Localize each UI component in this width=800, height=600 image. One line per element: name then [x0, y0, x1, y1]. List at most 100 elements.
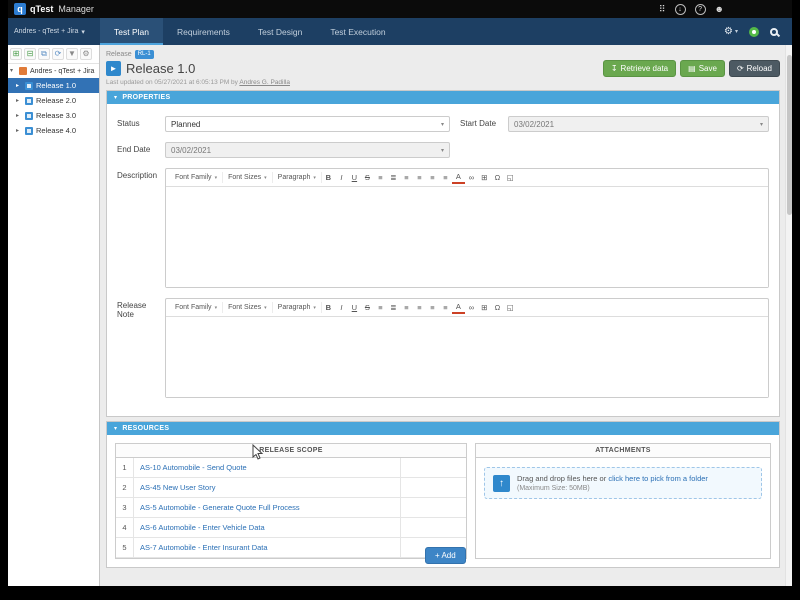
chevron-right-icon[interactable]: ▸ [16, 83, 22, 89]
resources-section-header[interactable]: ▾ RESOURCES [107, 422, 779, 435]
table-icon[interactable]: ⊞ [478, 171, 491, 184]
pick-from-folder-link[interactable]: click here to pick from a folder [608, 474, 708, 483]
requirement-link[interactable]: AS-7 Automobile - Enter Insurant Data [134, 538, 400, 557]
editor-select-label: Font Sizes [228, 174, 261, 181]
tree-settings-icon[interactable]: ⚙ [80, 48, 92, 60]
chevron-right-icon[interactable]: ▸ [16, 128, 22, 134]
align-left-icon[interactable]: ≡ [400, 301, 413, 314]
bold-icon[interactable]: B [322, 301, 335, 314]
settings-menu[interactable]: ⚙ ▾ [724, 27, 738, 37]
tab-test-execution[interactable]: Test Execution [316, 18, 399, 45]
project-selector[interactable]: Andres - qTest + Jira ▾ [8, 18, 100, 45]
underline-icon[interactable]: U [348, 171, 361, 184]
page-title: Release 1.0 [126, 61, 195, 76]
apps-grid-icon[interactable]: ⠿ [659, 5, 666, 14]
requirement-link[interactable]: AS-6 Automobile - Enter Vehicle Data [134, 518, 400, 537]
scrollbar-thumb[interactable] [787, 55, 792, 215]
chevron-down-icon: ▾ [313, 175, 316, 181]
release-note-editor-body[interactable] [166, 317, 768, 397]
fullscreen-icon[interactable]: ◱ [504, 171, 517, 184]
download-icon[interactable]: ↓ [675, 4, 686, 15]
collapse-all-icon[interactable]: ⊟ [24, 48, 36, 60]
add-resource-button[interactable]: + Add [425, 547, 466, 564]
nav-tab-label: Test Plan [114, 27, 149, 37]
user-profile-icon[interactable]: ☻ [715, 5, 724, 14]
copy-icon[interactable]: ⧉ [38, 48, 50, 60]
paragraph-select[interactable]: Paragraph ▾ [273, 172, 322, 183]
bullet-list-icon[interactable]: ≡ [374, 301, 387, 314]
topbar-icons: ⠿ ↓ ? ☻ [659, 4, 724, 15]
tree-item-label: Release 3.0 [36, 111, 76, 120]
tree-item-release[interactable]: ▸ Release 1.0 [8, 78, 99, 93]
special-char-icon[interactable]: Ω [491, 301, 504, 314]
page-title-row: ► Release 1.0 [106, 61, 290, 76]
description-editor-body[interactable] [166, 187, 768, 287]
justify-icon[interactable]: ≡ [439, 301, 452, 314]
numbered-list-icon[interactable]: ≣ [387, 171, 400, 184]
retrieve-data-button[interactable]: ↧ Retrieve data [603, 60, 676, 77]
font-family-select[interactable]: Font Family ▾ [170, 302, 223, 313]
align-center-icon[interactable]: ≡ [413, 301, 426, 314]
link-icon[interactable]: ∞ [465, 171, 478, 184]
underline-icon[interactable]: U [348, 301, 361, 314]
italic-icon[interactable]: I [335, 171, 348, 184]
font-size-select[interactable]: Font Sizes ▾ [223, 302, 273, 313]
attachments-dropzone[interactable]: ↑ Drag and drop files here or click here… [484, 467, 762, 499]
start-date-input[interactable]: 03/02/2021 ▾ [508, 116, 769, 132]
align-left-icon[interactable]: ≡ [400, 171, 413, 184]
tree-item-release[interactable]: ▸ Release 4.0 [8, 123, 99, 138]
refresh-icon[interactable]: ⟳ [52, 48, 64, 60]
requirement-link[interactable]: AS-5 Automobile - Generate Quote Full Pr… [134, 498, 400, 517]
strikethrough-icon[interactable]: S [361, 301, 374, 314]
special-char-icon[interactable]: Ω [491, 171, 504, 184]
strikethrough-icon[interactable]: S [361, 171, 374, 184]
text-color-icon[interactable]: A [452, 302, 465, 314]
release-id-badge: RL-1 [135, 50, 154, 59]
justify-icon[interactable]: ≡ [439, 171, 452, 184]
end-date-value: 03/02/2021 [171, 146, 211, 155]
status-select[interactable]: Planned ▾ [165, 116, 450, 132]
numbered-list-icon[interactable]: ≣ [387, 301, 400, 314]
filter-icon[interactable]: ▼ [66, 48, 78, 60]
requirement-link[interactable]: AS-45 New User Story [134, 478, 400, 497]
bold-icon[interactable]: B [322, 171, 335, 184]
editor-select-label: Font Sizes [228, 304, 261, 311]
properties-section-header[interactable]: ▾ PROPERTIES [107, 91, 779, 104]
last-updated-user-link[interactable]: Andres G. Padilla [239, 79, 290, 86]
tab-requirements[interactable]: Requirements [163, 18, 244, 45]
link-icon[interactable]: ∞ [465, 301, 478, 314]
table-icon[interactable]: ⊞ [478, 301, 491, 314]
align-right-icon[interactable]: ≡ [426, 301, 439, 314]
chevron-down-icon: ▾ [215, 175, 218, 181]
row-number: 5 [116, 538, 134, 557]
description-editor-toolbar: Font Family ▾ Font Sizes ▾ Paragraph ▾ [166, 169, 768, 187]
tree-item-release[interactable]: ▸ Release 3.0 [8, 108, 99, 123]
tab-test-design[interactable]: Test Design [244, 18, 316, 45]
expand-all-icon[interactable]: ⊞ [10, 48, 22, 60]
reload-button[interactable]: ⟳ Reload [729, 60, 780, 77]
help-icon[interactable]: ? [695, 4, 706, 15]
release-icon [25, 97, 33, 105]
main-scrollbar[interactable] [785, 45, 792, 586]
fullscreen-icon[interactable]: ◱ [504, 301, 517, 314]
chevron-right-icon[interactable]: ▸ [16, 113, 22, 119]
search-icon[interactable] [770, 28, 778, 36]
tab-test-plan[interactable]: Test Plan [100, 18, 163, 45]
align-center-icon[interactable]: ≡ [413, 171, 426, 184]
align-right-icon[interactable]: ≡ [426, 171, 439, 184]
requirement-link[interactable]: AS-10 Automobile - Send Quote [134, 458, 400, 477]
notifications-bell-icon[interactable] [749, 27, 759, 37]
end-date-input[interactable]: 03/02/2021 ▾ [165, 142, 450, 158]
italic-icon[interactable]: I [335, 301, 348, 314]
font-size-select[interactable]: Font Sizes ▾ [223, 172, 273, 183]
tree-root-project[interactable]: ▾ Andres - qTest + Jira [8, 64, 99, 78]
attachments-panel: ATTACHMENTS ↑ Drag and drop files here o… [475, 443, 771, 559]
bullet-list-icon[interactable]: ≡ [374, 171, 387, 184]
chevron-down-icon[interactable]: ▾ [10, 68, 16, 74]
text-color-icon[interactable]: A [452, 172, 465, 184]
chevron-right-icon[interactable]: ▸ [16, 98, 22, 104]
save-button[interactable]: ▤ Save [680, 60, 725, 77]
font-family-select[interactable]: Font Family ▾ [170, 172, 223, 183]
paragraph-select[interactable]: Paragraph ▾ [273, 302, 322, 313]
tree-item-release[interactable]: ▸ Release 2.0 [8, 93, 99, 108]
